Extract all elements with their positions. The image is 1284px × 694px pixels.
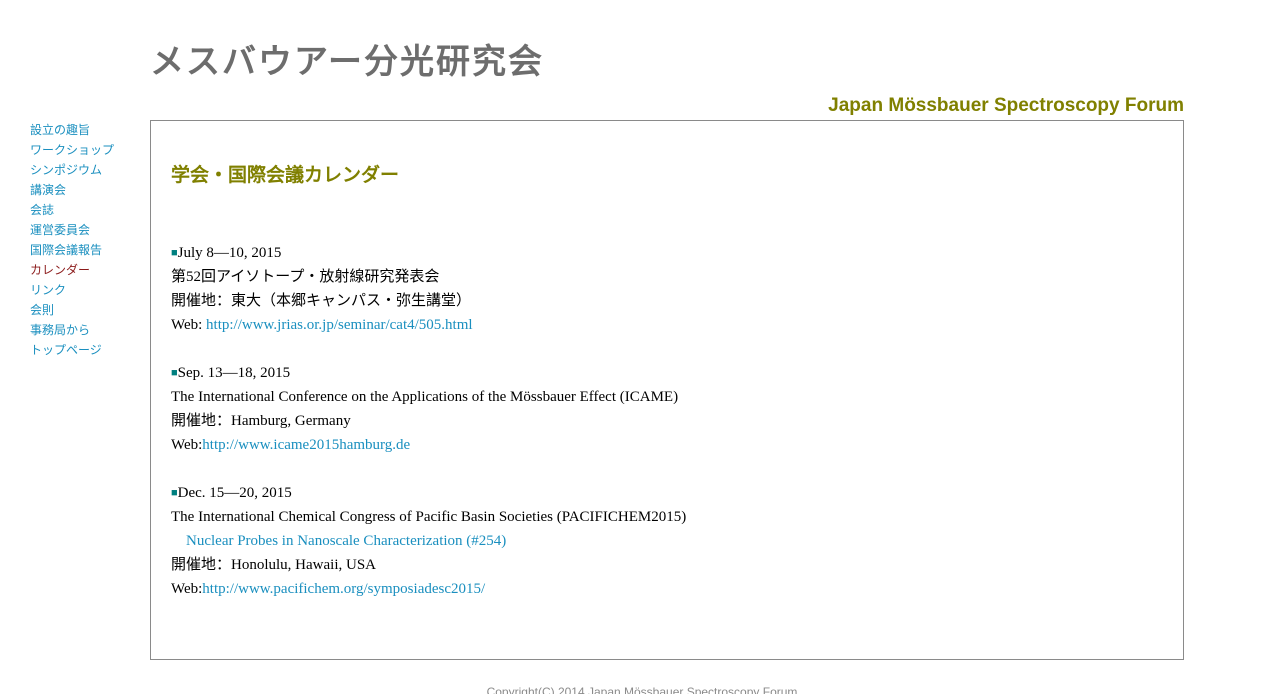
event-web-link[interactable]: http://www.icame2015hamburg.de <box>202 437 410 453</box>
sidebar-item-top-page[interactable]: トップページ <box>30 340 145 360</box>
sidebar-nav: 設立の趣旨 ワークショップ シンポジウム 講演会 会誌 運営委員会 国際会議報告… <box>30 120 145 360</box>
square-bullet-icon: ■ <box>171 367 178 379</box>
event-date-line: ■Sep. 13—18, 2015 <box>171 361 686 385</box>
event-date-line: ■July 8—10, 2015 <box>171 241 686 265</box>
square-bullet-icon: ■ <box>171 487 178 499</box>
sidebar-item-conference-reports[interactable]: 国際会議報告 <box>30 240 145 260</box>
sidebar-item-symposium[interactable]: シンポジウム <box>30 160 145 180</box>
sidebar-item-bylaws[interactable]: 会則 <box>30 300 145 320</box>
site-subtitle: Japan Mössbauer Spectroscopy Forum <box>828 95 1184 116</box>
event-venue: 開催地：Honolulu, Hawaii, USA <box>171 557 376 573</box>
event-name: 第52回アイソトープ・放射線研究発表会 <box>171 269 440 285</box>
event-date: Sep. 13—18, 2015 <box>177 365 291 381</box>
event-web-line: Web:http://www.pacifichem.org/symposiade… <box>171 577 686 601</box>
event-web-line: Web: http://www.jrias.or.jp/seminar/cat4… <box>171 313 686 337</box>
event-web-link[interactable]: http://www.jrias.or.jp/seminar/cat4/505.… <box>206 317 473 333</box>
event-list: ■July 8—10, 2015 第52回アイソトープ・放射線研究発表会 開催地… <box>171 241 686 625</box>
event-date-line: ■Dec. 15—20, 2015 <box>171 481 686 505</box>
web-label: Web: <box>171 437 203 453</box>
copyright-footer: Copyright(C) 2014 Japan Mössbauer Spectr… <box>486 685 798 694</box>
sidebar-item-secretariat[interactable]: 事務局から <box>30 320 145 340</box>
event-item: ■Sep. 13—18, 2015 The International Conf… <box>171 361 686 457</box>
event-date: Dec. 15—20, 2015 <box>177 485 292 501</box>
site-title: メスバウアー分光研究会 <box>150 42 544 82</box>
web-label: Web: <box>171 317 207 333</box>
event-venue: 開催地：東大（本郷キャンパス・弥生講堂） <box>171 293 472 309</box>
event-web-link[interactable]: http://www.pacifichem.org/symposiadesc20… <box>202 581 485 597</box>
event-session-line: Nuclear Probes in Nanoscale Characteriza… <box>171 529 686 553</box>
sidebar-item-links[interactable]: リンク <box>30 280 145 300</box>
event-session-link[interactable]: Nuclear Probes in Nanoscale Characteriza… <box>186 533 506 549</box>
sidebar-item-committee[interactable]: 運営委員会 <box>30 220 145 240</box>
sidebar-item-journal[interactable]: 会誌 <box>30 200 145 220</box>
event-name: The International Conference on the Appl… <box>171 389 679 405</box>
sidebar-item-lectures[interactable]: 講演会 <box>30 180 145 200</box>
sidebar-item-calendar[interactable]: カレンダー <box>30 260 145 280</box>
event-name: The International Chemical Congress of P… <box>171 509 687 525</box>
sidebar-item-workshop[interactable]: ワークショップ <box>30 140 145 160</box>
sidebar-item-purpose[interactable]: 設立の趣旨 <box>30 120 145 140</box>
event-item: ■Dec. 15—20, 2015 The International Chem… <box>171 481 686 601</box>
square-bullet-icon: ■ <box>171 247 178 259</box>
event-venue: 開催地：Hamburg, Germany <box>171 413 351 429</box>
content-panel: 学会・国際会議カレンダー ■July 8—10, 2015 第52回アイソトープ… <box>150 120 1184 660</box>
event-web-line: Web:http://www.icame2015hamburg.de <box>171 433 686 457</box>
event-date: July 8—10, 2015 <box>177 245 282 261</box>
web-label: Web: <box>171 581 203 597</box>
page-heading: 学会・国際会議カレンダー <box>171 164 400 186</box>
event-item: ■July 8—10, 2015 第52回アイソトープ・放射線研究発表会 開催地… <box>171 241 686 337</box>
